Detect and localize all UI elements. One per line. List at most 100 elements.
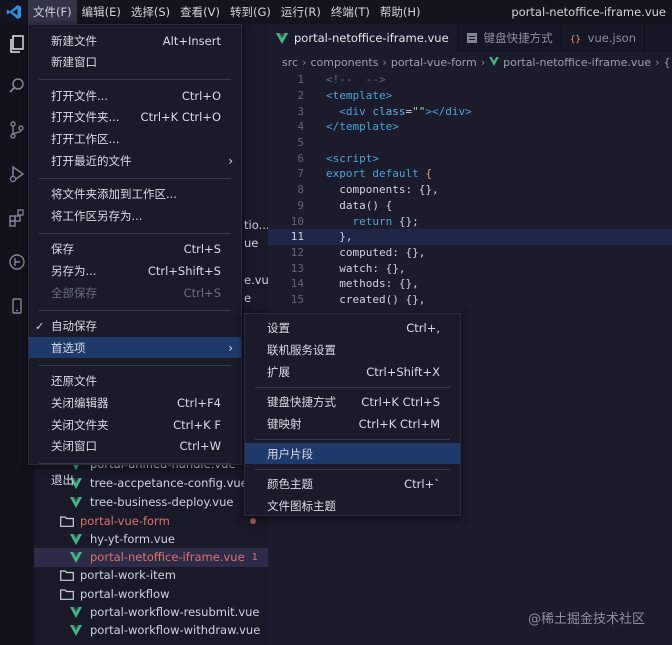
menubar-item[interactable]: 文件(F) (28, 0, 77, 24)
menu-item[interactable]: 键映射 Ctrl+K Ctrl+M (245, 413, 460, 434)
folder-icon (60, 516, 74, 527)
watermark: @稀土掘金技术社区 (528, 612, 646, 627)
tab-label: portal-netoffice-iframe.vue (294, 31, 449, 45)
line-number: 15 (290, 292, 304, 306)
menubar-item[interactable]: 帮助(H) (375, 0, 426, 24)
chevron-right-icon: › (655, 55, 660, 69)
menu-item-shortcut: Ctrl+K Ctrl+O (140, 110, 221, 125)
menu-item[interactable]: 打开文件夹... Ctrl+K Ctrl+O (29, 107, 241, 128)
menu-item-shortcut: Ctrl+S (183, 242, 221, 257)
menu-item[interactable]: 退出 (29, 469, 241, 490)
menu-item[interactable]: ✓ 自动保存 (29, 316, 241, 337)
breadcrumb-item[interactable]: portal-vue-form (391, 56, 477, 69)
code-line: 5 (268, 135, 672, 151)
code-text: created() {}, (326, 292, 426, 306)
menubar-item[interactable]: 查看(V) (175, 0, 225, 24)
menu-item[interactable]: 首选项 › (29, 337, 241, 359)
menu-item[interactable]: 关闭窗口 Ctrl+W (29, 436, 241, 457)
menu-item[interactable]: 设置 Ctrl+, (245, 317, 460, 338)
code-editor[interactable]: 1 <!-- --> 2 <template> 3 <div class=""></di… (268, 72, 672, 307)
menu-item[interactable]: 颜色主题 Ctrl+` (245, 473, 460, 494)
menubar-item[interactable]: 终端(T) (326, 0, 375, 24)
title-bar: 文件(F) 编辑(E) 选择(S) 查看(V) 转到(G) 运行(R) 终端(T) 帮助(H)… (0, 0, 672, 24)
menu-item-label: 自动保存 (51, 319, 97, 334)
menu-item-shortcut: Ctrl+K F (173, 417, 221, 432)
vue-file-icon (489, 56, 503, 69)
tree-item-label: portal-workflow-withdraw.vue (90, 623, 261, 638)
file-item[interactable]: hy-yt-form.vue (34, 530, 268, 549)
menu-item-label: 新建文件 (51, 33, 97, 48)
tree-item-label: portal-work-item (80, 568, 176, 583)
problem-count-badge: 1 (251, 551, 258, 563)
menu-item[interactable]: 还原文件 (29, 371, 241, 392)
menu-item[interactable]: 联机服务设置 (245, 339, 460, 360)
menu-item[interactable]: 用户片段 (245, 443, 460, 464)
menu-item-shortcut: Ctrl+S (183, 285, 221, 300)
menu-item[interactable]: 关闭文件夹 Ctrl+K F (29, 414, 241, 435)
menu-item-label: 联机服务设置 (267, 342, 336, 357)
menu-item[interactable]: 打开文件... Ctrl+O (29, 85, 241, 106)
tree-item-label: tree-business-deploy.vue (90, 495, 234, 510)
menu-item[interactable]: 关闭编辑器 Ctrl+F4 (29, 392, 241, 413)
menu-item-label: 打开最近的文件 (51, 153, 132, 168)
menu-item[interactable]: 将工作区另存为... (29, 205, 241, 226)
menu-item-label: 还原文件 (51, 374, 97, 389)
tree-item-label: portal-workflow (80, 587, 170, 602)
folder-item[interactable]: portal-vue-form (34, 512, 268, 531)
menubar-item[interactable]: 转到(G) (225, 0, 276, 24)
tree-item-label: hy-yt-form.vue (90, 532, 175, 547)
tab-keyboard-shortcuts[interactable]: 键盘快捷方式 (458, 24, 562, 52)
menu-item-shortcut: Alt+Insert (162, 33, 221, 48)
menu-item-shortcut: Ctrl+W (179, 439, 221, 454)
code-line: 6 <script> (268, 150, 672, 166)
line-number: 10 (290, 214, 304, 228)
menu-item[interactable]: 文件图标主题 (245, 495, 460, 516)
menu-item[interactable]: 扩展 Ctrl+Shift+X (245, 361, 460, 382)
menu-item[interactable]: 新建文件 Alt+Insert (29, 30, 241, 51)
menubar-item[interactable]: 运行(R) (276, 0, 326, 24)
code-text: components: {}, (326, 183, 439, 197)
line-number: 14 (290, 277, 304, 291)
menubar-item[interactable]: 编辑(E) (77, 0, 126, 24)
folder-item[interactable]: portal-workflow (34, 585, 268, 604)
menu-item-label: 保存 (51, 242, 74, 257)
breadcrumb-item[interactable]: components (310, 56, 378, 69)
menu-item[interactable]: 另存为... Ctrl+Shift+S (29, 260, 241, 281)
modified-dot-icon (250, 518, 256, 525)
menu-separator (255, 469, 450, 470)
menu-item-label: 新建窗口 (51, 55, 97, 70)
menu-item[interactable]: 保存 Ctrl+S (29, 239, 241, 260)
menu-item-label: 打开文件... (51, 88, 108, 103)
file-item[interactable]: portal-netoffice-iframe.vue 1 (34, 548, 268, 567)
menu-item[interactable]: 键盘快捷方式 Ctrl+K Ctrl+S (245, 391, 460, 412)
line-number: 1 (297, 73, 304, 87)
tab-vue-json[interactable]: {} vue.json (562, 24, 646, 52)
menu-item-label: 关闭窗口 (51, 439, 97, 454)
breadcrumb-item[interactable]: portal-netoffice-iframe.vue (503, 56, 651, 69)
menu-item-label: 打开文件夹... (51, 110, 120, 125)
menu-item-label: 首选项 (51, 340, 86, 355)
menubar-item[interactable]: 选择(S) (126, 0, 175, 24)
chevron-right-icon: › (480, 55, 486, 69)
breadcrumb-item[interactable]: src (282, 56, 298, 69)
menu-item-label: 设置 (267, 320, 290, 335)
file-item[interactable]: portal-workflow-resubmit.vue (34, 603, 268, 622)
menu-item: 全部保存 Ctrl+S (29, 282, 241, 303)
menu-item[interactable]: 打开最近的文件 › (29, 150, 241, 171)
menu-item[interactable]: 将文件夹添加到工作区... (29, 184, 241, 205)
truncated-file-label: e.vue (244, 273, 268, 287)
tab-label: 键盘快捷方式 (483, 31, 553, 45)
code-text: <div class=""></div> (339, 104, 472, 118)
checkmark-icon: ✓ (35, 319, 45, 333)
code-text: <script> (326, 151, 379, 165)
file-item[interactable]: portal-workflow-withdraw.vue (34, 621, 268, 640)
folder-item[interactable]: portal-work-item (34, 566, 268, 585)
menu-item-label: 全部保存 (51, 285, 97, 300)
menu-separator (39, 463, 231, 465)
menu-item[interactable]: 打开工作区... (29, 128, 241, 149)
tab-vue-file[interactable]: portal-netoffice-iframe.vue (268, 24, 458, 52)
menu-item[interactable]: 新建窗口 (29, 52, 241, 73)
file-item[interactable]: tree-business-deploy.vue (34, 493, 268, 512)
truncated-file-label: e (244, 291, 252, 305)
breadcrumb-item[interactable]: { } "por (663, 56, 672, 69)
